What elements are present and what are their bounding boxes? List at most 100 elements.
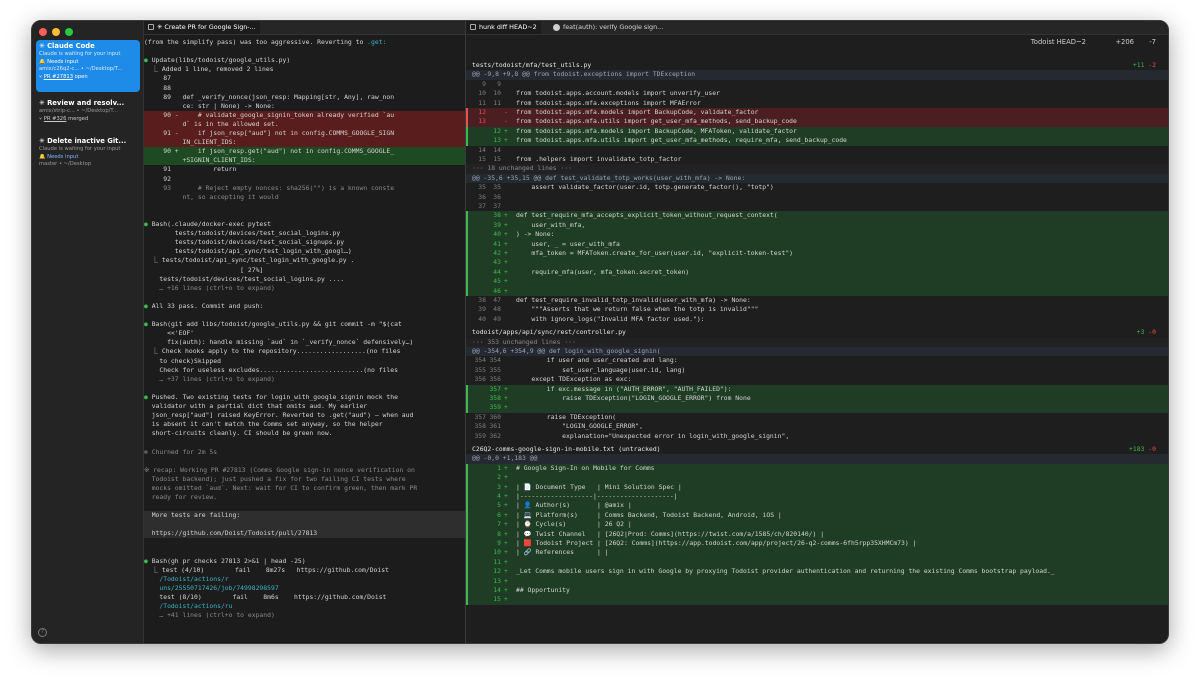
diff-sign: + <box>504 576 508 585</box>
session-title: Delete inactive Git... <box>47 137 127 145</box>
new-line-number: 360 <box>489 412 501 421</box>
diff-added-line: 38 + def test_require_mfa_accepts_explicit… <box>466 211 1168 221</box>
diff-view[interactable]: tests/todoist/mfa/test_utils.py +11 -2 @@ … <box>466 61 1168 643</box>
file-path[interactable]: tests/todoist/mfa/test_utils.py <box>472 61 591 70</box>
session-item-claude-code[interactable]: ✳ Claude Code Claude is waiting for your… <box>36 40 140 92</box>
line-numbers: 2 <box>472 473 502 482</box>
diff-line: 354 354 if user and user_created and lang… <box>466 356 1168 365</box>
line-numbers: 7 <box>472 520 502 529</box>
session-item-delete-inactive[interactable]: ✳ Delete inactive Git... Claude is waiti… <box>36 135 140 175</box>
diff-added-line: 41 + user, _ = user_with_mfa <box>466 239 1168 249</box>
line-numbers: 1 <box>472 464 502 473</box>
tab-hunk-diff[interactable]: hunk diff HEAD~2 <box>466 21 541 34</box>
old-line-number: 10 <box>478 89 486 98</box>
diff-code: user, _ = user_with_mfa <box>516 239 620 248</box>
file-additions: +11 <box>1132 61 1145 69</box>
diff-line: 14 14 <box>466 146 1168 155</box>
diff-code: | 🟥 Todoist Project | [26Q2: Comms](http… <box>516 539 917 547</box>
terminal-line: ● All 33 pass. Commit and push: <box>144 302 465 311</box>
line-numbers: 35 35 <box>472 183 502 192</box>
terminal-line: ✻ Churned for 2m 5s <box>144 448 465 457</box>
terminal-line: d` is in the allowed set. <box>144 119 465 129</box>
diff-sign: + <box>504 529 508 538</box>
diff-line: 35 35 assert validate_factor(user.id, tot… <box>466 183 1168 192</box>
diff-menubar: Todoist HEAD~2 +206 -7 <box>466 35 1168 49</box>
tab-create-pr[interactable]: ✳ Create PR for Google Sign-... <box>144 21 260 34</box>
diff-code: raise TDException("LOGIN_GOOGLE_ERROR") … <box>516 394 751 402</box>
diff-collapsed-lines[interactable]: ··· 353 unchanged lines ··· <box>466 337 1168 347</box>
old-line-number: 354 <box>474 356 486 365</box>
file-path[interactable]: todoist/apps/api/sync/rest/controller.py <box>472 328 626 337</box>
diff-added-line: 359 + <box>466 403 1168 413</box>
terminal-text: ⎿ Check hooks apply to the repository...… <box>144 347 401 356</box>
diff-line: 39 48 """Asserts that we return false whe… <box>466 305 1168 314</box>
old-line-number: 9 <box>482 79 486 88</box>
new-line-number: 9 <box>497 539 501 547</box>
diff-sign: + <box>504 539 508 547</box>
terminal-text: is absent it can't match the Comms set a… <box>144 420 383 429</box>
terminal-text: d` is in the allowed set. <box>144 119 279 128</box>
line-numbers: 40 <box>472 230 502 239</box>
terminal-text: [ 27%] <box>144 265 264 274</box>
new-line-number: 357 <box>489 384 501 393</box>
terminal-line: 92 <box>144 175 465 184</box>
terminal-text: Pushed. Two existing tests for login_wit… <box>147 392 398 401</box>
diff-code: def test_require_mfa_accepts_explicit_to… <box>516 211 778 220</box>
diff-tabbar: hunk diff HEAD~2 feat(auth): verify Goog… <box>466 21 1168 35</box>
minimize-window-button[interactable] <box>52 28 60 36</box>
diff-removed-line: 13 - from todoist.apps.mfa.utils import ge… <box>466 117 1168 127</box>
new-line-number: 356 <box>489 375 501 384</box>
terminal-line: 88 <box>144 84 465 93</box>
terminal-line: … +16 lines (ctrl+o to expand) <box>144 284 465 293</box>
diff-added-line: 11 + <box>466 557 1168 568</box>
diff-added-line: 10 + | 🔗 References | | <box>466 548 1168 558</box>
terminal-line: +SIGNIN_CLIENT_IDS: <box>144 156 465 166</box>
new-line-number: 355 <box>489 365 501 374</box>
terminal-line: ⎿ Added 1 line, removed 2 lines <box>144 65 465 74</box>
line-numbers: 14 14 <box>472 146 502 155</box>
terminal-text: Bash(.claude/docker-exec pytest <box>147 220 271 228</box>
line-numbers: 41 <box>472 240 502 249</box>
terminal-text: ready for review. <box>144 493 218 501</box>
terminal-tabbar: ✳ Create PR for Google Sign-... <box>144 21 465 35</box>
diff-sign: - <box>504 108 508 116</box>
diff-meta-text: ··· 18 unchanged lines ··· <box>472 164 573 173</box>
old-line-number: 38 <box>478 296 486 304</box>
new-line-number: 361 <box>489 422 501 431</box>
diff-sign: + <box>504 482 508 491</box>
diff-sign <box>504 89 512 98</box>
help-icon[interactable]: ? <box>38 628 47 637</box>
diff-code: | ⌚ Cycle(s) | 26 Q2 | <box>516 520 632 529</box>
new-line-number: 36 <box>493 192 501 201</box>
tab-feat-auth[interactable]: feat(auth): verify Google sign... <box>549 21 667 34</box>
diff-sign: + <box>504 403 508 412</box>
terminal-text: <<'EOF' <box>144 329 195 338</box>
new-line-number: 362 <box>489 431 501 440</box>
line-numbers: 14 <box>472 586 502 595</box>
new-line-number: 1 <box>497 463 501 472</box>
diff-added-line: 39 + user_with_mfa, <box>466 220 1168 231</box>
file-path[interactable]: C26Q2-comms-google-sign-in-mobile.txt (u… <box>472 445 661 454</box>
diff-added-line: 40 +) -> None: <box>466 230 1168 240</box>
terminal-line: 90 + if json_resp.get("aud") not in conf… <box>144 147 465 157</box>
session-item-review[interactable]: ✳ Review and resolv... amix/strip-c... •… <box>36 97 140 131</box>
close-window-button[interactable] <box>39 28 47 36</box>
terminal-output[interactable]: (from the simplify pass) was too aggress… <box>144 35 465 643</box>
terminal-text: Update(libs/todoist/google_utils.py) <box>147 56 291 65</box>
old-line-number: 40 <box>478 314 486 323</box>
diff-sign: + <box>504 126 508 135</box>
new-line-number: 46 <box>493 286 501 295</box>
pr-link[interactable]: PR #27813 <box>44 74 73 80</box>
bell-icon: 🔔 <box>39 58 46 65</box>
diff-collapsed-lines[interactable]: ··· 18 unchanged lines ··· <box>466 164 1168 174</box>
terminal-line <box>144 520 465 530</box>
terminal-line: 90 - # validate_google_signin_token alre… <box>144 110 465 120</box>
maximize-window-button[interactable] <box>65 28 73 36</box>
line-numbers: 359 <box>472 403 502 412</box>
line-numbers: 357 <box>472 385 502 394</box>
diff-sign: + <box>504 384 508 393</box>
terminal-pane: ✳ Create PR for Google Sign-... (from th… <box>144 21 466 643</box>
pr-link[interactable]: PR #326 <box>44 116 67 122</box>
terminal-line: … +41 lines (ctrl+o to expand) <box>144 611 465 620</box>
